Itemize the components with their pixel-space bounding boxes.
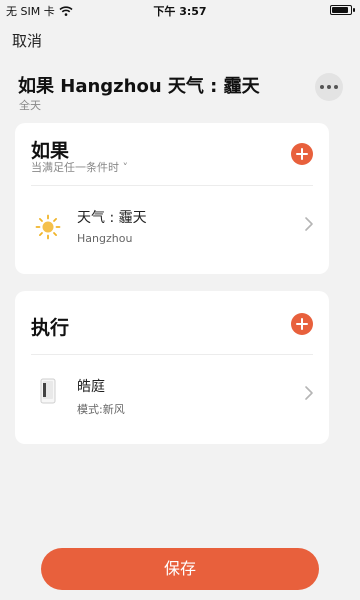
more-options-button[interactable]: [315, 73, 343, 101]
condition-item[interactable]: 天气 : 霾天 Hangzhou: [15, 198, 329, 258]
chevron-right-icon: [305, 386, 313, 400]
add-action-button[interactable]: [291, 313, 313, 335]
action-card: 执行 皓庭 模式:新风: [15, 291, 329, 444]
add-condition-button[interactable]: [291, 143, 313, 165]
battery-level: [332, 7, 348, 13]
action-device-name: 皓庭: [77, 379, 105, 395]
cancel-button[interactable]: 取消: [12, 30, 42, 51]
condition-mode-selector[interactable]: 当满足任一条件时 ˅: [31, 159, 128, 175]
save-button[interactable]: 保存: [41, 548, 319, 590]
status-right: [330, 5, 355, 15]
condition-card: 如果 当满足任一条件时 ˅ 天气 : 霾天 Hangzhou: [15, 123, 329, 274]
page-title: 如果 Hangzhou 天气 : 霾天: [18, 76, 260, 97]
divider: [31, 354, 313, 355]
chevron-right-icon: [305, 217, 313, 231]
more-dot: [327, 85, 331, 89]
condition-title: 天气 : 霾天: [77, 210, 147, 226]
divider: [31, 185, 313, 186]
action-mode: 模式:新风: [77, 403, 125, 416]
page-subtitle: 全天: [19, 99, 41, 112]
battery-icon: [330, 5, 355, 15]
more-dot: [334, 85, 338, 89]
more-dot: [320, 85, 324, 89]
action-heading: 执行: [31, 317, 70, 339]
sun-haze-icon: [35, 214, 61, 240]
condition-location: Hangzhou: [77, 232, 133, 245]
status-time: 下午 3:57: [153, 5, 207, 18]
action-item[interactable]: 皓庭 模式:新风: [15, 367, 329, 427]
status-bar: 无 SIM 卡 下午 3:57: [0, 0, 360, 20]
air-purifier-icon: [40, 378, 56, 404]
